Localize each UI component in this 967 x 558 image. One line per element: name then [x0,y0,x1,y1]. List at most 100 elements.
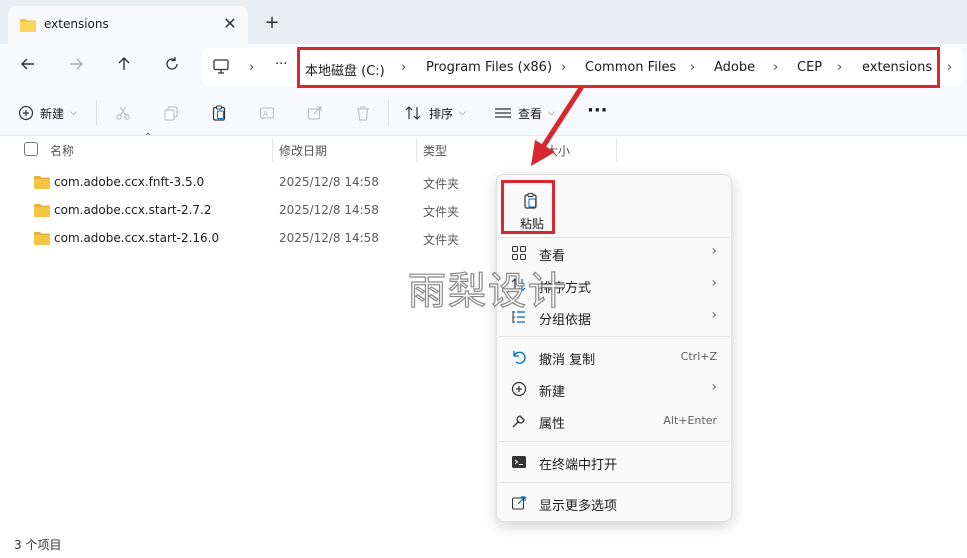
address-bar[interactable]: › ··· 本地磁盘 (C:) › Program Files (x86) › … [203,47,963,88]
back-button[interactable] [14,53,42,81]
select-all-checkbox[interactable] [24,142,38,156]
context-menu: 粘贴 查看 › 排序方式 › 分组依据 › 撤消 复制 Ctrl+Z 新建 › … [496,174,732,522]
clipboard-icon [523,192,539,213]
trash-icon [357,106,369,121]
file-type: 文件夹 [423,233,460,247]
plus-circle-icon [18,105,34,121]
menu-item-label: 在终端中打开 [539,458,618,473]
menu-divider [499,336,729,337]
terminal-icon [511,454,527,470]
chevron-right-icon: › [711,307,717,323]
paste-button[interactable]: 粘贴 [501,180,555,234]
file-name: com.adobe.ccx.start-2.7.2 [54,203,212,217]
paste-label: 粘贴 [520,217,545,231]
forward-button[interactable] [62,53,90,81]
up-button[interactable] [110,53,138,81]
menu-item-more-options[interactable]: 显示更多选项 [497,488,733,518]
menu-item-new[interactable]: 新建 › [497,374,733,404]
list-view-icon [495,108,511,118]
file-name: com.adobe.ccx.fnft-3.5.0 [54,175,205,189]
grid-icon [511,245,527,261]
cut-button[interactable] [115,102,131,124]
new-button[interactable]: 新建 ⌵ [18,102,77,124]
rename-button[interactable]: A [259,102,275,124]
toolbar-divider [96,100,97,126]
wrench-icon [511,413,527,429]
watermark-text: 雨梨设计 [407,268,569,313]
column-header: ⌃ 名称 修改日期 类型 大小 [0,132,967,164]
monitor-icon [213,59,229,77]
refresh-icon [166,57,178,70]
shortcut-label: Alt+Enter [663,414,717,427]
svg-text:A: A [263,110,268,118]
clipboard-icon [212,105,226,121]
menu-item-label: 属性 [539,417,566,432]
file-date: 2025/12/8 14:58 [279,203,379,217]
close-tab-button[interactable]: ✕ [220,14,240,34]
back-arrow-icon [21,58,34,70]
folder-icon [34,231,50,248]
forward-arrow-icon [70,58,83,70]
shortcut-label: Ctrl+Z [680,350,717,363]
menu-item-terminal[interactable]: 在终端中打开 [497,447,733,477]
annotation-arrow-icon [531,85,584,166]
copy-icon [164,106,178,121]
file-row[interactable]: com.adobe.ccx.start-2.16.0 2025/12/8 14:… [0,224,500,252]
highlight-box [297,47,940,88]
more-crumbs-button[interactable]: ··· [275,57,287,72]
sort-button[interactable]: 排序 ⌵ [405,102,466,124]
menu-item-label: 显示更多选项 [539,499,618,514]
open-external-icon [511,495,527,511]
menu-item-label: 新建 [539,385,566,400]
column-divider[interactable] [416,138,417,162]
menu-divider [499,441,729,442]
menu-divider [499,482,729,483]
column-divider[interactable] [616,138,617,162]
folder-icon [20,18,36,35]
column-type[interactable]: 类型 [423,142,447,159]
file-type: 文件夹 [423,205,460,219]
column-name[interactable]: 名称 [50,142,74,159]
chevron-down-icon: ⌵ [459,108,466,118]
tab-title: extensions [44,17,109,31]
share-button[interactable] [307,102,323,124]
sort-ascending-icon: ⌃ [144,132,153,143]
delete-button[interactable] [355,102,371,124]
file-date: 2025/12/8 14:58 [279,175,379,189]
paste-toolbar-button[interactable] [211,102,227,124]
refresh-button[interactable] [158,53,186,81]
file-row[interactable]: com.adobe.ccx.fnft-3.5.0 2025/12/8 14:58… [0,168,500,196]
chevron-right-icon: › [947,60,953,75]
sort-icon [405,106,421,120]
tab-extensions[interactable]: extensions ✕ [8,6,248,44]
menu-item-properties[interactable]: 属性 Alt+Enter [497,406,733,436]
folder-icon [34,175,50,192]
file-type: 文件夹 [423,177,460,191]
address-row: › ··· 本地磁盘 (C:) › Program Files (x86) › … [0,44,967,90]
folder-icon [34,203,50,220]
toolbar-divider [388,100,389,126]
menu-item-undo[interactable]: 撤消 复制 Ctrl+Z [497,342,733,372]
new-tab-button[interactable]: + [262,13,282,33]
chevron-right-icon: › [711,379,717,395]
file-date: 2025/12/8 14:58 [279,231,379,245]
status-item-count: 3 个项目 [14,538,62,552]
chevron-right-icon: › [711,243,717,259]
chevron-down-icon: ⌵ [70,108,77,118]
menu-item-label: 撤消 复制 [539,353,596,368]
sort-button-label: 排序 [429,106,454,121]
copy-button[interactable] [163,102,179,124]
chevron-right-icon: › [249,60,255,75]
file-row[interactable]: com.adobe.ccx.start-2.7.2 2025/12/8 14:5… [0,196,500,224]
chevron-right-icon: › [711,275,717,291]
command-bar: 新建 ⌵ A 排序 ⌵ 查看 ⌵ ··· [0,90,967,136]
plus-circle-icon [511,381,527,397]
up-arrow-icon [118,57,130,70]
new-button-label: 新建 [40,106,65,121]
tab-bar: extensions ✕ + [0,0,967,44]
undo-icon [511,349,527,365]
rename-icon: A [260,107,274,119]
column-divider[interactable] [272,138,273,162]
column-date[interactable]: 修改日期 [279,142,327,159]
share-icon [308,106,322,120]
